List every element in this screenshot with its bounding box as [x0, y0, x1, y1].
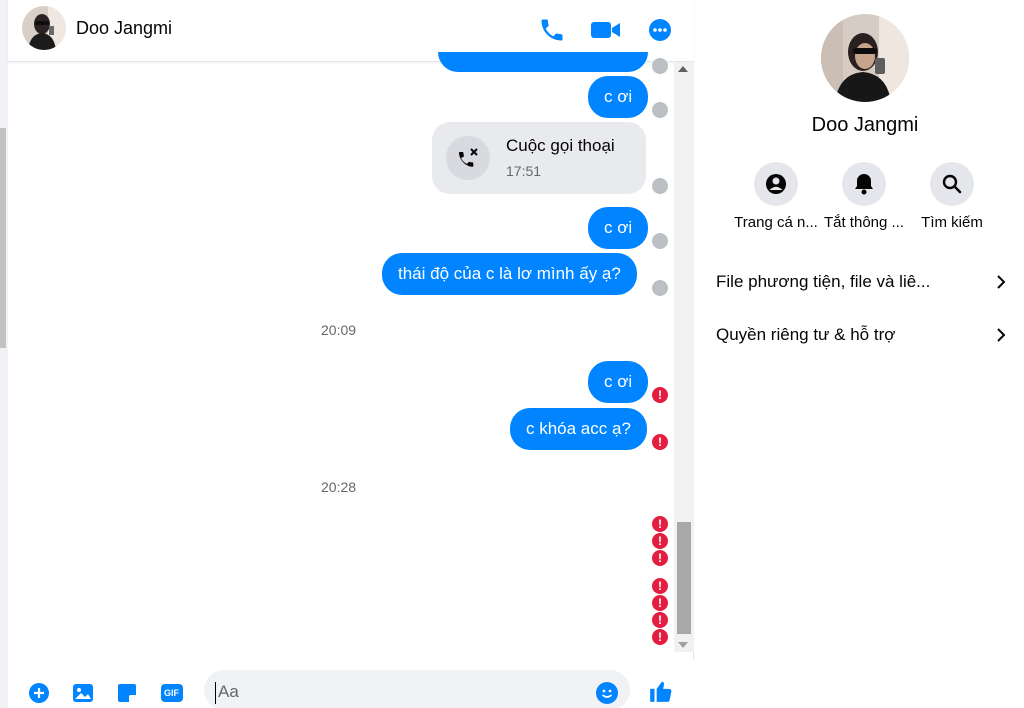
scroll-down-arrow-icon[interactable]: [678, 642, 688, 648]
error-status-icon[interactable]: !: [652, 516, 668, 532]
call-title: Cuộc gọi thoại: [506, 136, 615, 155]
profile-icon[interactable]: [754, 162, 798, 206]
message-input[interactable]: Aa: [204, 670, 630, 708]
info-contact-name: Doo Jangmi: [811, 114, 919, 136]
thumbs-up-icon[interactable]: [648, 678, 674, 704]
outgoing-message[interactable]: thái độ của c là lơ mình ấy ạ?: [382, 253, 637, 295]
section-media-files-links[interactable]: File phương tiện, file và liê...: [695, 260, 1024, 304]
seen-status-icon: [652, 280, 668, 296]
timestamp-separator: 20:28: [321, 479, 357, 495]
conversation-info-panel: Doo Jangmi Trang cá n... Tắt thông ... T…: [695, 0, 1024, 708]
gif-label: GIF: [164, 688, 179, 698]
chat-scrollbar[interactable]: [674, 62, 694, 652]
emoji-icon[interactable]: [596, 682, 618, 704]
page-scrollbar-thumb[interactable]: [0, 128, 6, 348]
section-privacy-support[interactable]: Quyền riêng tư & hỗ trợ: [695, 313, 1024, 357]
chat-contact-name[interactable]: Doo Jangmi: [76, 18, 172, 39]
chevron-right-icon: [993, 274, 1009, 290]
call-time: 17:51: [506, 163, 542, 179]
outgoing-message[interactable]: c ơi: [588, 361, 649, 403]
error-status-icon[interactable]: !: [652, 578, 668, 594]
voice-call-card[interactable]: Cuộc gọi thoại 17:51: [432, 122, 646, 194]
chat-pane: Doo Jangmi c ơi Cuộc gọi thoại 17:51 c ơ…: [8, 0, 694, 708]
video-camera-icon[interactable]: [590, 16, 622, 44]
seen-status-icon: [652, 233, 668, 249]
sticker-icon[interactable]: [116, 682, 138, 704]
contact-avatar-large[interactable]: [821, 14, 909, 102]
outgoing-message[interactable]: c ơi: [588, 207, 649, 249]
section-label: Quyền riêng tư & hỗ trợ: [716, 325, 896, 344]
message-input-placeholder: Aa: [218, 682, 239, 701]
message-bubble-partial[interactable]: [438, 52, 648, 72]
text-caret: [215, 682, 216, 704]
page-scrollbar[interactable]: [0, 0, 8, 708]
error-status-icon[interactable]: !: [652, 550, 668, 566]
add-circle-icon[interactable]: [28, 682, 50, 704]
search-icon[interactable]: [930, 162, 974, 206]
gif-icon[interactable]: GIF: [160, 682, 184, 704]
more-options-icon[interactable]: [646, 16, 674, 44]
error-status-icon[interactable]: !: [652, 612, 668, 628]
error-status-icon[interactable]: !: [652, 434, 668, 450]
bell-icon[interactable]: [842, 162, 886, 206]
action-label: Tìm kiếm: [921, 214, 983, 231]
section-label: File phương tiện, file và liê...: [716, 272, 931, 291]
seen-status-icon: [652, 58, 668, 74]
chat-scrollbar-thumb[interactable]: [677, 522, 691, 634]
scroll-up-arrow-icon[interactable]: [678, 66, 688, 72]
error-status-icon[interactable]: !: [652, 629, 668, 645]
image-icon[interactable]: [72, 682, 94, 704]
outgoing-message[interactable]: c khóa acc ạ?: [510, 408, 647, 450]
contact-avatar[interactable]: [22, 6, 66, 50]
outgoing-message[interactable]: c ơi: [588, 76, 649, 118]
message-composer: GIF Aa: [8, 660, 694, 708]
error-status-icon[interactable]: !: [652, 595, 668, 611]
error-status-icon[interactable]: !: [652, 387, 668, 403]
seen-status-icon: [652, 102, 668, 118]
error-status-icon[interactable]: !: [652, 533, 668, 549]
timestamp-separator: 20:09: [321, 322, 357, 338]
chevron-right-icon: [993, 327, 1009, 343]
missed-call-icon: [446, 136, 490, 180]
phone-icon[interactable]: [538, 16, 566, 44]
seen-status-icon: [652, 178, 668, 194]
action-search[interactable]: Tìm kiếm: [897, 162, 1007, 231]
